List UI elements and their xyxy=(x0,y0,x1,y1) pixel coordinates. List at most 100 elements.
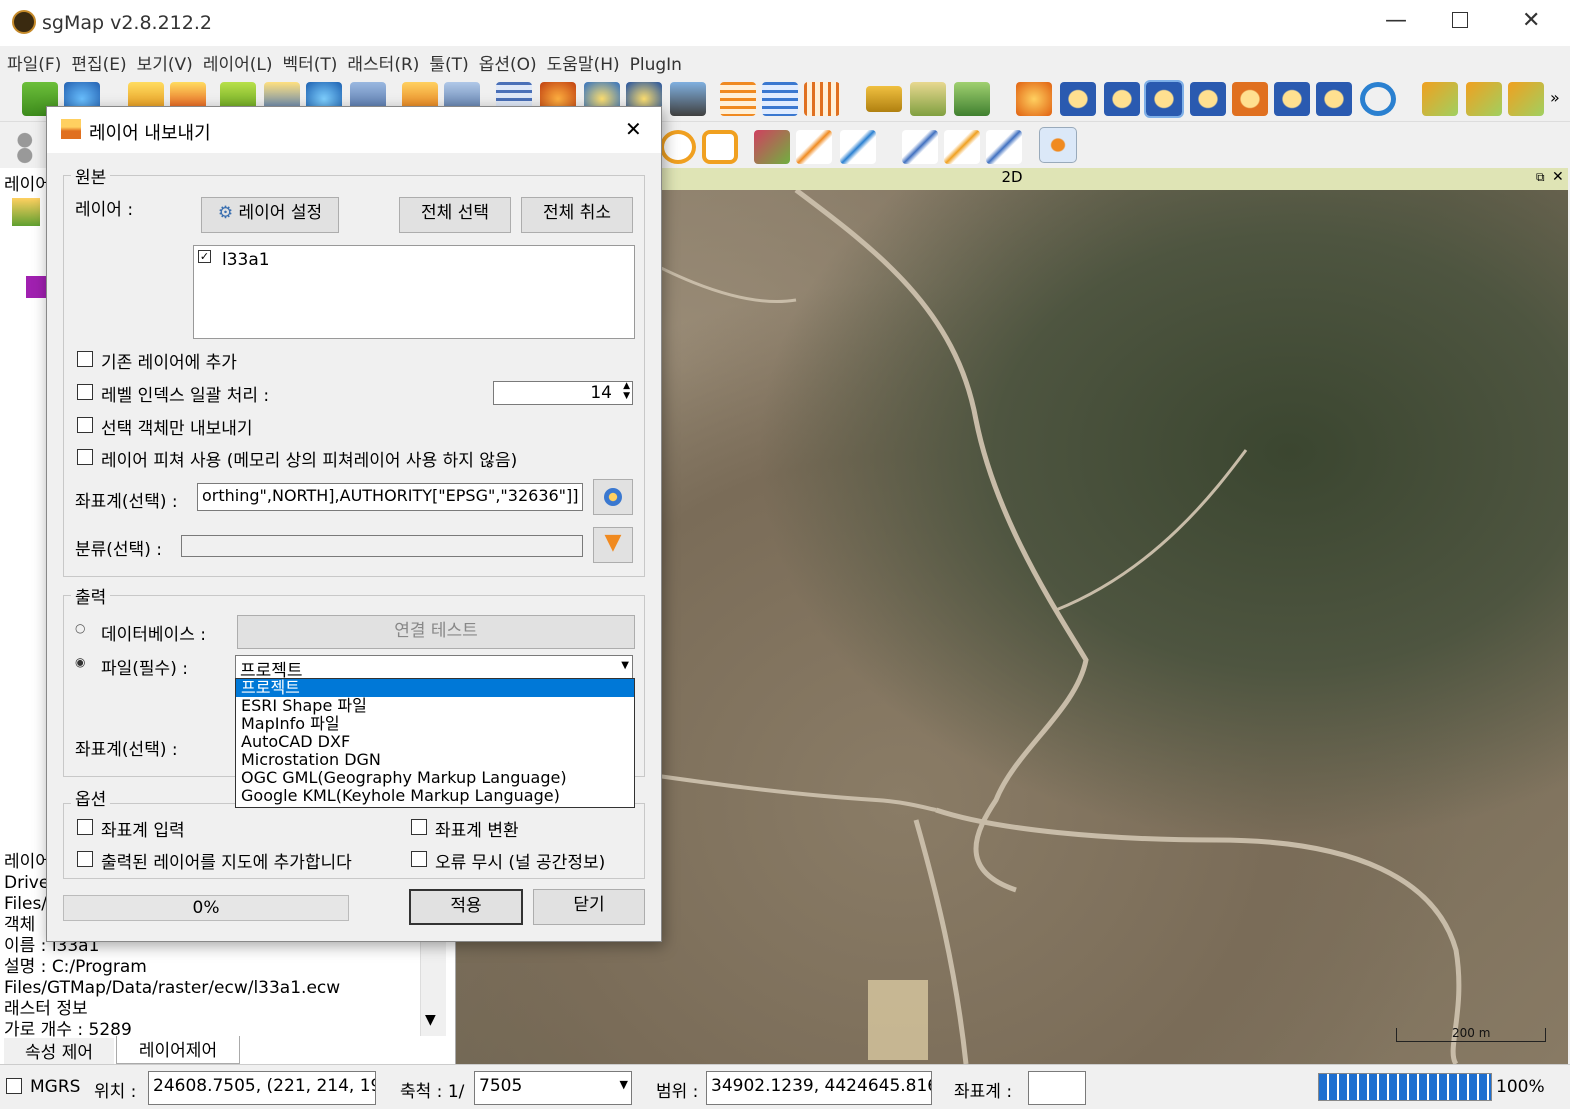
level-index-label: 레벨 인덱스 일괄 처리 : xyxy=(101,386,270,406)
database-radio[interactable]: ○ xyxy=(75,621,85,635)
layer-checkbox[interactable]: ✓ xyxy=(198,250,211,263)
add-existing-checkbox[interactable] xyxy=(77,351,93,367)
source-crs-label: 좌표계(선택) : xyxy=(75,492,178,512)
file-type-select[interactable]: 프로젝트 ▼ xyxy=(235,655,633,679)
tab-attribute-control[interactable]: 속성 제어 xyxy=(4,1038,114,1064)
add-existing-label: 기존 레이어에 추가 xyxy=(101,353,237,373)
filter-button[interactable]: ▼ xyxy=(593,527,633,563)
class-field[interactable] xyxy=(181,535,583,557)
dropdown-option[interactable]: Google KML(Keyhole Markup Language) xyxy=(236,787,634,805)
zoom-box-out-icon[interactable] xyxy=(1190,82,1226,116)
add-to-map-checkbox[interactable] xyxy=(77,851,93,867)
menu-item[interactable]: 벡터(T) xyxy=(277,48,342,77)
select-all-button[interactable]: 전체 선택 xyxy=(399,197,511,233)
zoom-next-icon[interactable] xyxy=(1316,82,1352,116)
crs-input-checkbox[interactable] xyxy=(77,819,93,835)
menu-item[interactable]: 옵션(O) xyxy=(474,48,542,77)
file-type-dropdown-list[interactable]: 프로젝트 ESRI Shape 파일 MapInfo 파일 AutoCAD DX… xyxy=(235,678,635,808)
zoom-box-in-icon[interactable] xyxy=(1144,80,1184,118)
dropdown-option[interactable]: ESRI Shape 파일 xyxy=(236,697,634,715)
restore-view-icon[interactable]: ⧉ xyxy=(1536,170,1545,185)
spin-arrows-icon[interactable]: ▲ ▼ xyxy=(623,382,630,401)
use-feature-checkbox[interactable] xyxy=(77,449,93,465)
vertex-add-icon[interactable] xyxy=(902,130,938,164)
zoom-previous-icon[interactable] xyxy=(1274,82,1310,116)
zoom-in-icon[interactable] xyxy=(1060,82,1096,116)
level-index-spinner[interactable]: 14 ▲ ▼ xyxy=(493,381,633,405)
chevron-down-icon[interactable]: ▼ xyxy=(620,1078,628,1091)
progress-bar xyxy=(1318,1073,1492,1101)
scroll-down-icon[interactable]: ▼ xyxy=(425,1012,436,1028)
vertex-move-icon[interactable] xyxy=(944,130,980,164)
dropdown-option[interactable]: 프로젝트 xyxy=(236,679,634,697)
source-crs-field[interactable]: orthing",NORTH],AUTHORITY["EPSG","32636"… xyxy=(197,483,583,511)
database-label: 데이터베이스 : xyxy=(101,625,206,645)
ruler-icon[interactable] xyxy=(866,86,902,112)
area-measure-icon[interactable] xyxy=(910,82,946,116)
deselect-all-button[interactable]: 전체 취소 xyxy=(521,197,633,233)
volume-measure-icon[interactable] xyxy=(954,82,990,116)
select-arrow-icon[interactable] xyxy=(1422,82,1458,116)
menu-item[interactable]: 도움말(H) xyxy=(542,48,625,77)
layer-tool-icon[interactable] xyxy=(12,198,40,226)
crs-convert-checkbox[interactable] xyxy=(411,819,427,835)
refresh-icon[interactable] xyxy=(1360,82,1396,116)
vertex-delete-icon[interactable] xyxy=(986,130,1022,164)
select-remove-icon[interactable] xyxy=(1508,82,1544,116)
dropdown-option[interactable]: AutoCAD DXF xyxy=(236,733,634,751)
apply-button[interactable]: 적용 xyxy=(409,889,523,925)
grid-column-icon[interactable] xyxy=(804,82,840,116)
chevron-down-icon[interactable]: ▼ xyxy=(621,660,629,671)
layer-list[interactable]: ✓ l33a1 xyxy=(193,245,635,339)
range-label: 범위 : xyxy=(656,1082,699,1102)
scale-select[interactable]: 7505 ▼ xyxy=(474,1071,632,1105)
dropdown-option[interactable]: MapInfo 파일 xyxy=(236,715,634,733)
full-extent-icon[interactable] xyxy=(1232,82,1268,116)
maximize-icon[interactable] xyxy=(1452,12,1468,28)
export-layer-dialog: 레이어 내보내기 ✕ 원본 레이어 : ⚙ 레이어 설정 전체 선택 전체 취소… xyxy=(46,106,662,942)
more-tools-icon[interactable]: » xyxy=(1550,88,1560,107)
options-group-label: 옵션 xyxy=(71,785,111,810)
line-delete-icon[interactable] xyxy=(840,130,876,164)
line-edit-icon[interactable] xyxy=(796,130,832,164)
menu-item[interactable]: 파일(F) xyxy=(2,48,66,77)
close-view-icon[interactable]: ✕ xyxy=(1552,169,1564,185)
minimize-icon[interactable]: — xyxy=(1385,8,1407,33)
close-icon[interactable]: ✕ xyxy=(1522,8,1540,33)
tab-layer-control[interactable]: 레이어제어 xyxy=(116,1036,240,1064)
pan-icon[interactable] xyxy=(1016,82,1052,116)
gear-icon: ⚙ xyxy=(217,203,234,223)
layers-icon[interactable] xyxy=(670,82,706,116)
grid-blue-icon[interactable] xyxy=(762,82,798,116)
shape-edit-icon[interactable] xyxy=(754,130,790,164)
crs-globe-icon xyxy=(604,488,622,506)
status-bar: MGRS 위치 : 24608.7505, (221, 214, 199) 축척… xyxy=(0,1064,1570,1109)
layer-settings-button[interactable]: ⚙ 레이어 설정 xyxy=(201,197,339,233)
grid-orange-icon[interactable] xyxy=(720,82,756,116)
menu-item[interactable]: 편집(E) xyxy=(66,48,131,77)
file-radio[interactable]: ◉ xyxy=(75,655,85,669)
crs-picker-button[interactable] xyxy=(593,479,633,515)
add-to-map-label: 출력된 레이어를 지도에 추가합니다 xyxy=(101,853,352,873)
mgrs-checkbox[interactable] xyxy=(6,1078,22,1094)
menu-item[interactable]: 레이어(L) xyxy=(198,48,278,77)
mgrs-label: MGRS xyxy=(30,1077,81,1097)
circle-tool-icon[interactable] xyxy=(660,130,696,164)
dialog-close-icon[interactable]: ✕ xyxy=(625,117,642,141)
edit-dots-icon[interactable] xyxy=(14,130,50,164)
dropdown-option[interactable]: OGC GML(Geography Markup Language) xyxy=(236,769,634,787)
selected-only-checkbox[interactable] xyxy=(77,417,93,433)
title-bar: sgMap v2.8.212.2 — ✕ xyxy=(0,0,1570,46)
ignore-error-checkbox[interactable] xyxy=(411,851,427,867)
dropdown-option[interactable]: Microstation DGN xyxy=(236,751,634,769)
snap-icon[interactable] xyxy=(1039,127,1077,163)
polygon-tool-icon[interactable] xyxy=(702,130,738,164)
level-index-checkbox[interactable] xyxy=(77,384,93,400)
close-button[interactable]: 닫기 xyxy=(533,889,645,925)
menu-item[interactable]: 보기(V) xyxy=(132,48,198,77)
menu-item[interactable]: 툴(T) xyxy=(424,48,473,77)
select-add-icon[interactable] xyxy=(1466,82,1502,116)
zoom-out-icon[interactable] xyxy=(1104,82,1140,116)
crs-input-label: 좌표계 입력 xyxy=(101,821,185,841)
menu-item[interactable]: 래스터(R) xyxy=(342,48,424,77)
